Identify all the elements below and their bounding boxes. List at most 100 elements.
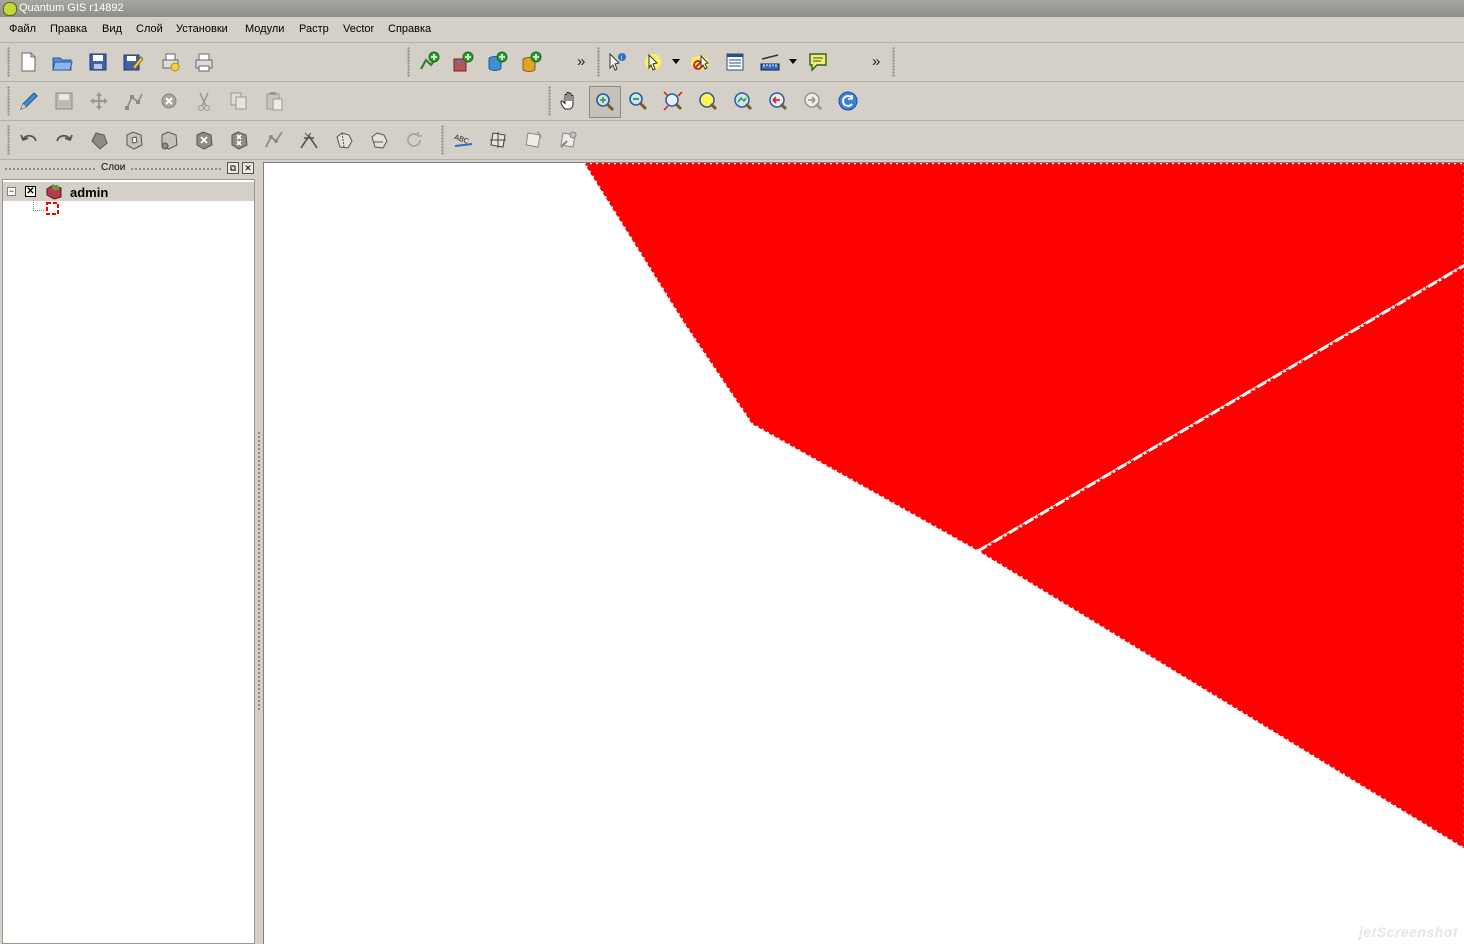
toolbar-grip[interactable] xyxy=(7,47,10,77)
toolbar-overflow-button[interactable]: » xyxy=(577,53,585,70)
add-postgis-layer-button[interactable] xyxy=(484,49,510,75)
merge-attributes-button[interactable] xyxy=(366,127,392,153)
zoom-to-selection-button[interactable] xyxy=(695,88,721,114)
paste-icon xyxy=(266,92,283,111)
open-project-button[interactable] xyxy=(49,49,75,75)
toolbar-advanced-edit: ABC xyxy=(0,121,1464,160)
move-label-button[interactable] xyxy=(485,127,511,153)
move-feature-button[interactable] xyxy=(86,88,112,114)
measure-dropdown-arrow[interactable] xyxy=(789,59,797,64)
redo-button[interactable] xyxy=(51,127,77,153)
composer-manager-button[interactable] xyxy=(191,49,217,75)
zoom-in-button[interactable] xyxy=(589,86,621,118)
refresh-button[interactable] xyxy=(835,88,861,114)
zoom-full-button[interactable] xyxy=(660,88,686,114)
rotate-label-button[interactable] xyxy=(520,127,546,153)
map-tips-button[interactable] xyxy=(805,49,831,75)
open-folder-icon xyxy=(52,57,73,71)
menu-vector[interactable]: Vector xyxy=(343,23,374,35)
zoom-last-icon xyxy=(769,92,788,111)
change-label-button[interactable] xyxy=(555,127,581,153)
spatialite-icon xyxy=(522,51,542,73)
splitter-grip xyxy=(257,431,261,711)
zoom-out-button[interactable] xyxy=(625,88,651,114)
add-raster-layer-button[interactable] xyxy=(450,49,476,75)
toolbar-grip[interactable] xyxy=(407,47,410,77)
map-canvas[interactable]: jetScreenshot xyxy=(263,162,1464,944)
layers-panel-header[interactable]: Слои ⧉ ✕ xyxy=(0,161,258,177)
new-composer-icon xyxy=(162,53,180,72)
menu-help[interactable]: Справка xyxy=(388,23,431,35)
collapse-toggle[interactable]: − xyxy=(7,187,16,196)
undo-icon xyxy=(20,134,37,142)
label-tool-button[interactable]: ABC xyxy=(450,127,476,153)
delete-part-button[interactable] xyxy=(226,127,252,153)
polygon-layer-icon xyxy=(46,184,62,200)
speech-bubble-icon xyxy=(809,53,827,72)
hand-icon xyxy=(560,91,574,110)
measure-button[interactable] xyxy=(757,49,783,75)
panel-close-button[interactable]: ✕ xyxy=(242,162,254,174)
pan-map-button[interactable] xyxy=(556,88,582,114)
toolbar-grip[interactable] xyxy=(7,86,10,116)
menu-edit[interactable]: Правка xyxy=(50,23,87,35)
paste-features-button[interactable] xyxy=(261,88,287,114)
layer-visibility-checkbox[interactable]: ✕ xyxy=(25,186,36,197)
identify-button[interactable]: i xyxy=(604,49,630,75)
offset-curve-button[interactable] xyxy=(296,127,322,153)
delete-ring-button[interactable] xyxy=(191,127,217,153)
menu-layer[interactable]: Слой xyxy=(136,23,163,35)
rotate-label-icon xyxy=(525,131,542,148)
select-dropdown-arrow[interactable] xyxy=(672,59,680,64)
toolbar-grip[interactable] xyxy=(441,125,444,155)
zoom-next-button[interactable] xyxy=(800,88,826,114)
ruler-icon xyxy=(760,54,780,71)
menu-plugins[interactable]: Модули xyxy=(245,23,284,35)
cut-features-button[interactable] xyxy=(191,88,217,114)
toggle-editing-button[interactable] xyxy=(16,88,42,114)
save-as-button[interactable] xyxy=(119,49,145,75)
change-label-icon xyxy=(560,131,577,148)
zoom-last-button[interactable] xyxy=(765,88,791,114)
qgis-logo-icon xyxy=(3,2,17,16)
panel-float-button[interactable]: ⧉ xyxy=(227,162,239,174)
menu-view[interactable]: Вид xyxy=(102,23,122,35)
deselect-icon xyxy=(691,54,709,70)
menu-file[interactable]: Файл xyxy=(9,23,36,35)
menu-settings[interactable]: Установки xyxy=(176,23,228,35)
simplify-feature-button[interactable] xyxy=(86,127,112,153)
attribute-table-button[interactable] xyxy=(722,49,748,75)
toolbar-grip[interactable] xyxy=(7,125,10,155)
node-tool-button[interactable] xyxy=(121,88,147,114)
add-part-button[interactable] xyxy=(156,127,182,153)
toolbar-grip[interactable] xyxy=(597,47,600,77)
merge-icon xyxy=(336,132,353,149)
delete-selected-button[interactable] xyxy=(156,88,182,114)
menu-bar: Файл Правка Вид Слой Установки Модули Ра… xyxy=(0,18,1464,43)
toolbar-grip[interactable] xyxy=(892,47,895,77)
menu-raster[interactable]: Растр xyxy=(299,23,329,35)
toolbar-overflow-button-2[interactable]: » xyxy=(872,53,880,70)
title-bar: Quantum GIS r14892 xyxy=(0,0,1464,17)
select-features-button[interactable] xyxy=(640,49,666,75)
rotate-point-symbols-button[interactable] xyxy=(401,127,427,153)
merge-features-button[interactable] xyxy=(331,127,357,153)
undo-button[interactable] xyxy=(16,127,42,153)
zoom-to-layer-button[interactable] xyxy=(730,88,756,114)
add-ring-button[interactable] xyxy=(121,127,147,153)
add-spatialite-layer-button[interactable] xyxy=(518,49,544,75)
copy-features-button[interactable] xyxy=(226,88,252,114)
layer-row-admin[interactable]: − ✕ admin xyxy=(3,182,254,201)
save-edits-button[interactable] xyxy=(51,88,77,114)
save-as-icon xyxy=(123,54,143,71)
panel-splitter[interactable] xyxy=(255,161,263,944)
save-project-button[interactable] xyxy=(85,49,111,75)
reshape-features-button[interactable] xyxy=(261,127,287,153)
print-composer-button[interactable] xyxy=(157,49,183,75)
toolbar-grip[interactable] xyxy=(548,86,551,116)
layer-tree[interactable]: − ✕ admin xyxy=(2,179,255,944)
deselect-button[interactable] xyxy=(687,49,713,75)
new-project-button[interactable] xyxy=(15,49,41,75)
add-vector-layer-button[interactable] xyxy=(416,49,442,75)
layer-name[interactable]: admin xyxy=(70,185,108,200)
